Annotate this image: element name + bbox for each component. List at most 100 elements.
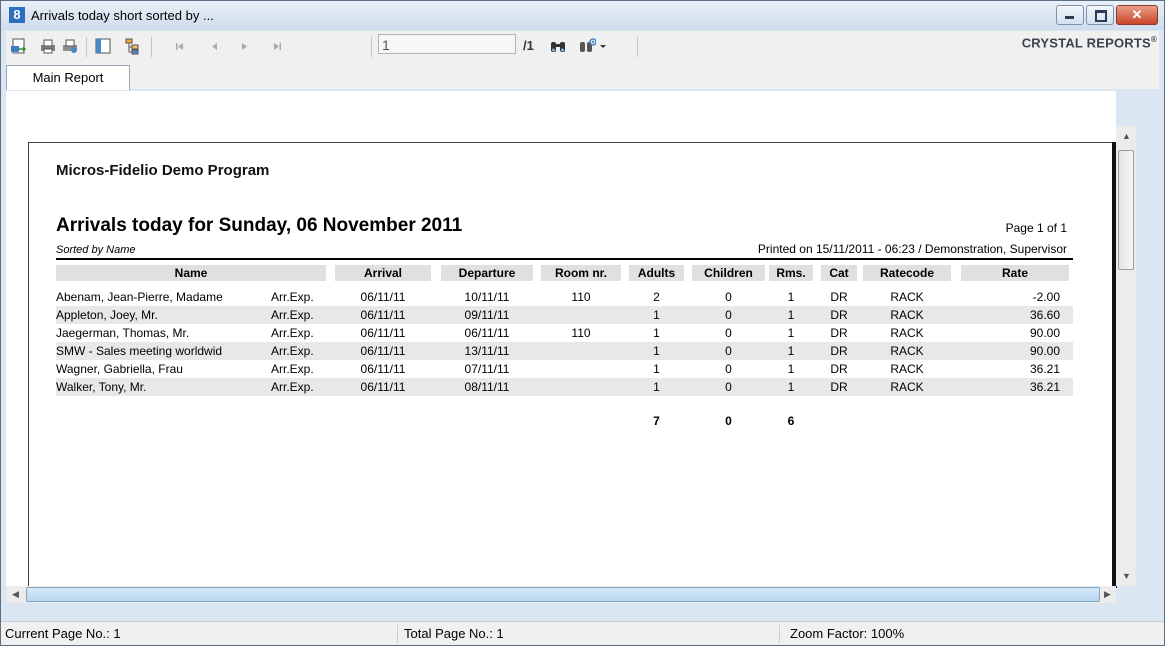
- cell-departure: 10/11/11: [464, 290, 510, 304]
- cell-room: 110: [571, 290, 591, 304]
- table-row: Walker, Tony, Mr. Arr.Exp. 06/11/11 08/1…: [56, 378, 1073, 396]
- zoom-icon[interactable]: [578, 37, 596, 55]
- cell-status: Arr.Exp.: [271, 326, 314, 340]
- previous-page-icon[interactable]: [206, 37, 224, 55]
- table-row: SMW - Sales meeting worldwid Arr.Exp. 06…: [56, 342, 1073, 360]
- cell-name: Jaegerman, Thomas, Mr.: [56, 326, 190, 340]
- cell-ratecode: RACK: [890, 326, 924, 340]
- cell-rate: 90.00: [1029, 326, 1060, 340]
- brand-name: CRYSTAL REPORTS: [1021, 35, 1151, 51]
- toolbar-separator: [637, 37, 638, 57]
- printer-setup-icon[interactable]: [61, 37, 79, 55]
- cell-arrival: 06/11/11: [360, 380, 406, 394]
- vertical-scroll-thumb[interactable]: [1118, 150, 1134, 270]
- toolbar-separator: [86, 37, 87, 57]
- cell-status: Arr.Exp.: [271, 290, 314, 304]
- cell-adults: 2: [653, 290, 660, 304]
- column-header-arrival: Arrival: [363, 266, 403, 280]
- table-row: Appleton, Joey, Mr. Arr.Exp. 06/11/11 09…: [56, 306, 1073, 324]
- status-bar: Current Page No.: 1 Total Page No.: 1 Zo…: [1, 621, 1164, 645]
- window-controls: ✕: [1056, 5, 1158, 25]
- cell-adults: 1: [653, 308, 660, 322]
- cell-adults: 1: [653, 344, 660, 358]
- tab-strip: Main Report: [6, 61, 1159, 90]
- cell-cat: DR: [830, 344, 848, 358]
- last-page-icon[interactable]: [268, 37, 286, 55]
- close-button[interactable]: ✕: [1116, 5, 1158, 25]
- app-icon: 8: [9, 7, 25, 23]
- cell-departure: 07/11/11: [464, 362, 510, 376]
- minimize-icon: [1065, 16, 1074, 19]
- cell-name: Wagner, Gabriella, Frau: [56, 362, 183, 376]
- chevron-down-icon[interactable]: [598, 37, 608, 55]
- column-header-rms: Rms.: [776, 266, 806, 280]
- cell-arrival: 06/11/11: [360, 290, 406, 304]
- first-page-icon[interactable]: [171, 37, 189, 55]
- horizontal-scroll-thumb[interactable]: [26, 587, 1100, 602]
- cell-ratecode: RACK: [890, 344, 924, 358]
- print-icon[interactable]: [39, 37, 57, 55]
- cell-arrival: 06/11/11: [360, 326, 406, 340]
- cell-departure: 09/11/11: [464, 308, 510, 322]
- group-tree-icon[interactable]: [94, 37, 112, 55]
- column-header-departure: Departure: [458, 266, 516, 280]
- parameter-panel-icon[interactable]: [124, 37, 142, 55]
- total-rms: 6: [787, 414, 795, 428]
- cell-adults: 1: [653, 326, 660, 340]
- cell-name: Abenam, Jean-Pierre, Madame: [56, 290, 223, 304]
- brand-sublogo-icon: · · · ·: [1128, 52, 1141, 58]
- cell-ratecode: RACK: [890, 380, 924, 394]
- cell-rate: 90.00: [1029, 344, 1060, 358]
- column-header-rate: Rate: [1001, 266, 1028, 280]
- cell-rms: 1: [787, 362, 795, 376]
- report-page-top-edge: [28, 142, 1114, 143]
- header-rule: [56, 258, 1073, 260]
- cell-departure: 08/11/11: [464, 380, 510, 394]
- maximize-button[interactable]: [1086, 5, 1114, 25]
- column-header-children: Children: [704, 266, 753, 280]
- export-icon[interactable]: [10, 37, 28, 55]
- page-number-input[interactable]: 1: [378, 34, 516, 54]
- title-bar[interactable]: 8 Arrivals today short sorted by ... ✕: [1, 1, 1164, 30]
- cell-cat: DR: [830, 308, 848, 322]
- minimize-button[interactable]: [1056, 5, 1084, 25]
- cell-rate: 36.60: [1029, 308, 1060, 322]
- toolbar-separator: [151, 37, 152, 57]
- total-children: 0: [725, 414, 732, 428]
- cell-rms: 1: [787, 290, 795, 304]
- cell-arrival: 06/11/11: [360, 344, 406, 358]
- cell-room: 110: [571, 326, 591, 340]
- brand-logo: CRYSTAL REPORTS®: [1022, 35, 1157, 50]
- column-header-adults: Adults: [637, 266, 676, 280]
- cell-adults: 1: [653, 380, 660, 394]
- scroll-right-icon[interactable]: ▶: [1104, 590, 1111, 599]
- tab-main-report[interactable]: Main Report: [6, 65, 130, 90]
- cell-rms: 1: [787, 326, 795, 340]
- vertical-scrollbar[interactable]: ▲ ▼: [1116, 126, 1136, 586]
- cell-rate: 36.21: [1029, 380, 1060, 394]
- printed-on-label: Printed on 15/11/2011 - 06:23 / Demonstr…: [757, 242, 1067, 256]
- toolbar-separator: [371, 37, 372, 57]
- cell-children: 0: [725, 326, 732, 340]
- total-adults: 7: [653, 414, 660, 428]
- binoculars-icon[interactable]: [549, 37, 567, 55]
- table-row: Jaegerman, Thomas, Mr. Arr.Exp. 06/11/11…: [56, 324, 1073, 342]
- report-title: Arrivals today for Sunday, 06 November 2…: [56, 215, 463, 236]
- close-icon: ✕: [1131, 7, 1143, 22]
- scroll-up-icon[interactable]: ▲: [1122, 132, 1131, 141]
- column-header-cat: Cat: [829, 266, 849, 280]
- cell-cat: DR: [830, 380, 848, 394]
- sorted-by-label: Sorted by Name: [56, 244, 136, 256]
- column-header-room: Room nr.: [554, 266, 607, 280]
- cell-status: Arr.Exp.: [271, 344, 314, 358]
- column-header-name: Name: [174, 266, 208, 280]
- scroll-left-icon[interactable]: ◀: [12, 590, 19, 599]
- next-page-icon[interactable]: [235, 37, 253, 55]
- window-title: Arrivals today short sorted by ...: [31, 8, 214, 23]
- cell-ratecode: RACK: [890, 362, 924, 376]
- cell-arrival: 06/11/11: [360, 308, 406, 322]
- cell-arrival: 06/11/11: [360, 362, 406, 376]
- toolbar: 1 /1 CRYSTAL REPORTS® · · · ·: [6, 31, 1159, 62]
- horizontal-scrollbar[interactable]: ◀ ▶: [6, 586, 1116, 603]
- scroll-down-icon[interactable]: ▼: [1122, 572, 1131, 581]
